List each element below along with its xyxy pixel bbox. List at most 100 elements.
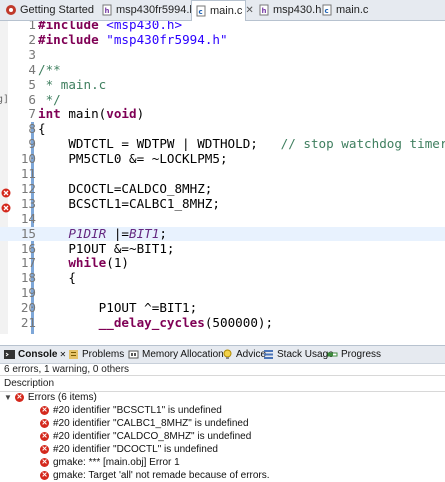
code-token: void <box>106 106 137 122</box>
code-line: 4 /** <box>0 61 445 78</box>
problems-icon <box>68 349 79 360</box>
tab-label: main.c <box>336 4 369 16</box>
line-number: 20 <box>20 300 36 316</box>
error-icon: ✕ <box>14 393 24 402</box>
error-row[interactable]: ✕ #20 identifier "CALDCO_8MHZ" is undefi… <box>0 430 445 443</box>
error-icon: ✕ <box>40 432 49 441</box>
chevron-down-icon[interactable]: ▼ <box>4 391 12 404</box>
code-text: while(1) <box>68 255 130 271</box>
code-text: int main(void) <box>38 106 145 122</box>
header-file-icon: h <box>258 4 270 16</box>
code-line: 9 WDTCTL = WDTPW | WDTHOLD; // stop watc… <box>0 136 445 152</box>
code-line: 18 { <box>0 270 445 286</box>
tab-label: Advice <box>236 349 267 360</box>
line-number: 14 <box>20 210 36 226</box>
code-comment: // stop watchdog timer <box>280 136 445 152</box>
tab-label: Stack Usage <box>277 349 334 360</box>
group-label: Errors (6 items) <box>27 392 97 403</box>
line-number: 2 <box>28 31 36 47</box>
tab-label: Progress <box>341 349 382 360</box>
error-marker-icon[interactable] <box>1 185 11 198</box>
error-icon: ✕ <box>40 419 49 428</box>
column-description: Description <box>4 378 55 389</box>
tab-getting-started[interactable]: Getting Started <box>2 1 94 19</box>
code-line: 14 <box>0 210 445 227</box>
editor-tab-bar: Getting Started h msp430fr5994.h c main.… <box>0 0 445 21</box>
tab-stack-usage[interactable]: Stack Usage <box>263 346 334 363</box>
line-number: 8 <box>28 121 36 137</box>
code-line: 21 __delay_cycles(500000); <box>0 315 445 331</box>
code-text: WDTCTL = WDTPW | WDTHOLD; // stop watchd… <box>38 136 445 152</box>
error-row[interactable]: ✕ #20 identifier "BCSCTL1" is undefined <box>0 404 445 417</box>
tab-label: main.c <box>210 5 243 17</box>
code-line: 7 int main(void) <box>0 106 445 122</box>
error-marker-icon[interactable] <box>1 200 11 213</box>
code-token: #include <box>38 31 107 47</box>
error-row[interactable]: ✕ #20 identifier "CALBC1_8MHZ" is undefi… <box>0 417 445 430</box>
progress-icon <box>327 349 338 360</box>
error-icon: ✕ <box>40 458 49 467</box>
code-line: 16 P1OUT &=~BIT1; <box>0 240 445 257</box>
c-file-icon: c <box>195 5 207 17</box>
line-number: 13 <box>20 195 36 211</box>
bottom-panel-tab-bar: Console ✕ Problems Memory Allocation Adv… <box>0 345 445 364</box>
line-number: 5 <box>28 76 36 92</box>
error-message: #20 identifier "CALBC1_8MHZ" is undefine… <box>53 418 249 429</box>
errors-group-row[interactable]: ▼ ✕ Errors (6 items) <box>0 391 445 404</box>
code-token: <msp430.h> <box>106 21 183 32</box>
tab-console[interactable]: Console ✕ <box>4 346 66 363</box>
code-text: { <box>38 121 46 137</box>
code-token: "msp430fr5994.h" <box>106 31 228 47</box>
code-token: while <box>68 255 107 271</box>
tab-label: Memory Allocation <box>142 349 224 360</box>
memory-icon <box>128 349 139 360</box>
error-row[interactable]: ✕ gmake: Target 'all' not remade because… <box>0 469 445 482</box>
line-number: 15 <box>20 225 36 241</box>
code-token: P1DIR <box>68 225 107 241</box>
tab-msp430fr5994-h[interactable]: h msp430fr5994.h <box>98 1 196 19</box>
svg-text:h: h <box>262 7 267 15</box>
tab-label: msp430fr5994.h <box>116 4 196 16</box>
error-message: #20 identifier "BCSCTL1" is undefined <box>53 405 222 416</box>
code-line: 13 BCSCTL1=CALBC1_8MHZ; <box>0 195 445 213</box>
tab-progress[interactable]: Progress <box>327 346 381 363</box>
code-line: 12 DCOCTL=CALDCO_8MHZ; <box>0 180 445 198</box>
error-icon: ✕ <box>40 406 49 415</box>
header-file-icon: h <box>101 4 113 16</box>
svg-text:c: c <box>199 8 203 16</box>
line-number: 17 <box>20 255 36 271</box>
code-token: __delay_cycles <box>98 315 205 330</box>
tab-msp430-h[interactable]: h msp430.h <box>255 1 321 19</box>
line-number: 3 <box>28 46 36 62</box>
stack-icon <box>263 349 274 360</box>
code-line: 6 */ <box>0 91 445 108</box>
code-text: { <box>38 270 76 286</box>
problems-column-header[interactable]: Description <box>0 375 445 392</box>
code-text: P1DIR |=BIT1; <box>68 225 167 241</box>
close-icon[interactable]: ✕ <box>59 346 66 363</box>
tab-main-c-active[interactable]: c main.c ✕ <box>191 0 254 21</box>
error-row[interactable]: ✕ gmake: *** [main.obj] Error 1 <box>0 456 445 469</box>
line-number: 19 <box>20 285 36 301</box>
svg-text:h: h <box>105 7 110 15</box>
close-icon[interactable]: ✕ <box>245 2 253 20</box>
code-text: /** <box>38 61 61 77</box>
error-row[interactable]: ✕ #20 identifier "DCOCTL" is undefined <box>0 443 445 456</box>
code-text: * main.c <box>38 76 107 92</box>
tab-advice[interactable]: Advice <box>222 346 266 363</box>
tab-problems[interactable]: Problems <box>68 346 124 363</box>
line-number: 6 <box>28 91 36 107</box>
code-editor[interactable]: g] 1 #include <msp430.h> 2 #include "msp… <box>0 21 445 334</box>
error-message: gmake: *** [main.obj] Error 1 <box>53 457 180 468</box>
error-message: gmake: Target 'all' not remade because o… <box>53 470 270 481</box>
lightbulb-icon <box>222 349 233 360</box>
line-number: 16 <box>20 240 36 256</box>
code-text: DCOCTL=CALDCO_8MHZ; <box>38 180 213 196</box>
tab-memory-allocation[interactable]: Memory Allocation <box>128 346 224 363</box>
line-number: 10 <box>20 151 36 167</box>
error-icon: ✕ <box>40 445 49 454</box>
line-number: 9 <box>28 136 36 152</box>
code-line: 19 <box>0 285 445 301</box>
tab-main-c[interactable]: c main.c <box>318 1 368 19</box>
code-line: 11 <box>0 166 445 182</box>
